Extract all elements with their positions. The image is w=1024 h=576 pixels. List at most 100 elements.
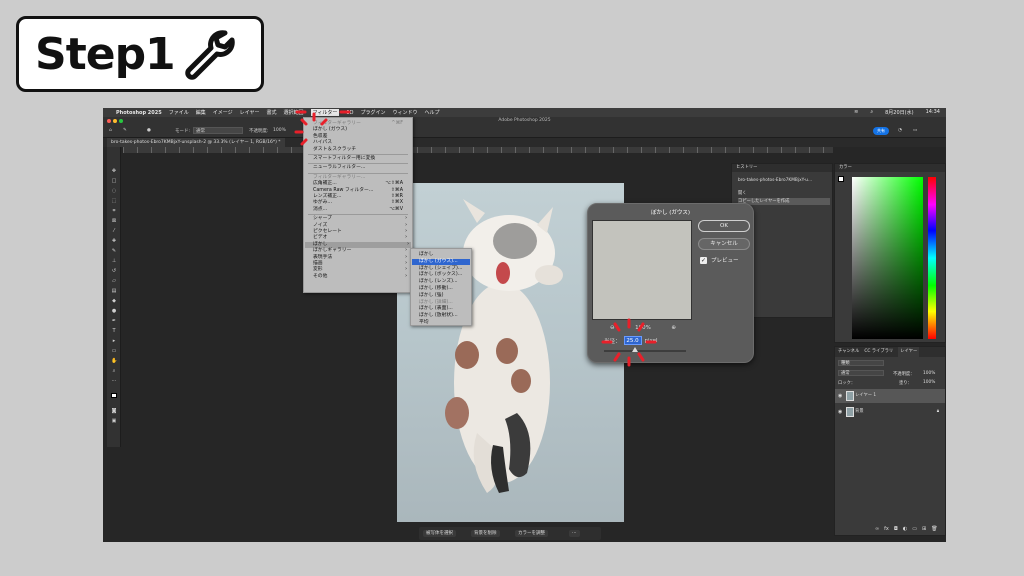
app-name[interactable]: Photoshop 2025 (116, 110, 162, 116)
filter-menu-item[interactable]: 描画 › (313, 261, 409, 267)
tab-channels[interactable]: チャンネル (838, 347, 859, 357)
path-select-icon[interactable]: ▸ (111, 339, 117, 344)
stamp-tool-icon[interactable]: ⊥ (111, 259, 117, 264)
dodge-tool-icon[interactable]: ● (111, 309, 117, 314)
select-subject-button[interactable]: 被写体を選択 (423, 530, 456, 537)
color-picker-field[interactable] (852, 177, 923, 339)
brush-tool-icon[interactable]: ✎ (123, 128, 127, 133)
panel-icon[interactable]: ▭ (913, 128, 917, 133)
home-icon[interactable]: ⌂ (109, 128, 112, 133)
brush-size-icon[interactable]: ● (147, 128, 151, 133)
layer-opacity-value[interactable]: 100% (923, 371, 935, 376)
tab-cc-libraries[interactable]: CC ライブラリ (864, 347, 893, 357)
zoom-out-icon[interactable]: ⊖ (610, 325, 615, 331)
color-tab[interactable]: カラー (835, 164, 945, 172)
blur-submenu-item[interactable]: 平均 (419, 320, 468, 326)
menu-edit[interactable]: 編集 (196, 109, 206, 116)
history-item-duplicate-layer[interactable]: コピーしたレイヤーを作成 (738, 198, 830, 205)
history-tab[interactable]: ヒストリー (732, 164, 832, 172)
more-options-icon[interactable]: ⋯ (569, 530, 580, 537)
history-snapshot[interactable]: bro-takes-photos-Ebro7KMBjxY-u... (738, 176, 830, 186)
layer-row[interactable]: ◉ レイヤー 1 (835, 389, 945, 403)
menu-file[interactable]: ファイル (169, 109, 189, 116)
dialog-preview-area[interactable] (592, 220, 692, 320)
history-brush-icon[interactable]: ↺ (111, 269, 117, 274)
gradient-tool-icon[interactable]: ▤ (111, 289, 117, 294)
move-tool-icon[interactable]: ✥ (111, 169, 117, 174)
filter-menu-item[interactable]: 消点... ⌥⌘V (313, 207, 409, 213)
menu-layer[interactable]: レイヤー (240, 109, 260, 116)
wifi-icon[interactable]: ≋ (854, 109, 858, 116)
menu-plugins[interactable]: プラグイン (360, 109, 385, 116)
filter-menu-item[interactable]: ハイパス (313, 140, 409, 146)
filter-menu-item[interactable]: ぼかしギャラリー › (313, 248, 409, 254)
blend-mode-select[interactable]: 通常 (838, 370, 884, 376)
menu-select[interactable]: 選択範囲 (284, 109, 304, 116)
filter-menu-item[interactable]: ゆがみ... ⇧⌘X (313, 200, 409, 206)
visibility-eye-icon[interactable]: ◉ (838, 389, 842, 403)
menu-3d[interactable]: 3D (346, 110, 353, 116)
select-tool-icon[interactable]: ⬚ (111, 199, 117, 204)
ok-button[interactable]: OK (698, 220, 750, 232)
blur-submenu-item[interactable]: ぼかし (移動)... (419, 286, 468, 292)
mode-select[interactable]: 通常 (193, 127, 243, 134)
blur-submenu-item[interactable]: ぼかし (レンズ)... (419, 279, 468, 285)
pen-tool-icon[interactable]: ✒ (111, 319, 117, 324)
trash-icon[interactable]: 🗑︎ (931, 526, 937, 532)
new-layer-icon[interactable]: ⊞ (922, 526, 926, 532)
blur-submenu-item[interactable]: ぼかし (シェイプ)... (419, 266, 468, 272)
brush-tool-panel-icon[interactable]: ✎ (111, 249, 117, 254)
mask-icon[interactable]: ◘ (894, 526, 898, 532)
healing-tool-icon[interactable]: ✚ (111, 239, 117, 244)
frame-tool-icon[interactable]: ⊠ (111, 219, 117, 224)
blur-submenu-item[interactable]: ぼかし (表面)... (419, 306, 468, 312)
document-tab[interactable]: bro-takes-photos-Ebro7KMBjxY-unsplash-2 … (107, 138, 285, 147)
shape-tool-icon[interactable]: ▭ (111, 349, 117, 354)
preview-checkbox[interactable]: ✓ (700, 256, 707, 264)
radius-slider[interactable] (604, 347, 686, 352)
more-tools-icon[interactable]: ⋯ (111, 379, 117, 384)
cancel-button[interactable]: キャンセル (698, 238, 750, 250)
marquee-tool-icon[interactable]: □ (111, 179, 117, 184)
filter-menu-item[interactable]: ぼかし (ガウス) (313, 127, 409, 133)
filter-menu-item[interactable]: その他 › (313, 274, 409, 280)
adjust-color-button[interactable]: カラーを調整 (515, 530, 548, 537)
blur-submenu-item[interactable]: ぼかし (ボックス)... (419, 272, 468, 278)
filter-menu-item[interactable]: スマートフィルター用に変換 (313, 156, 409, 162)
filter-menu-item[interactable]: シャープ › (313, 216, 409, 222)
foreground-color-swatch[interactable] (111, 393, 117, 398)
quick-mask-icon[interactable]: ◙ (111, 409, 117, 414)
filter-menu-item[interactable]: ニューラルフィルター... (313, 165, 409, 171)
search-icon[interactable]: ⌕ (870, 109, 873, 116)
blur-submenu-item[interactable]: ぼかし (放射状)... (419, 313, 468, 319)
share-button[interactable]: 共有 (873, 127, 889, 135)
foreground-swatch[interactable] (838, 176, 844, 182)
filter-menu-item[interactable]: ビデオ › (313, 235, 409, 241)
tab-layers[interactable]: レイヤー (898, 347, 920, 357)
close-window-icon[interactable] (107, 119, 111, 123)
blur-submenu-item[interactable]: ぼかし (強) (419, 293, 468, 299)
filter-menu-item[interactable]: ぼかし › (305, 241, 411, 248)
menu-help[interactable]: ヘルプ (425, 109, 440, 116)
filter-menu-item[interactable]: ピクセレート › (313, 229, 409, 235)
adjustment-icon[interactable]: ◐ (903, 526, 907, 532)
type-tool-icon[interactable]: T (111, 329, 117, 334)
menu-image[interactable]: イメージ (213, 109, 233, 116)
filter-menu-item[interactable]: 色収差 (313, 134, 409, 140)
hue-slider[interactable] (928, 177, 936, 339)
filter-menu-item[interactable]: ダスト＆スクラッチ (313, 147, 409, 153)
radius-input[interactable]: 25.0 (623, 336, 642, 345)
filter-menu-item[interactable]: ノイズ › (313, 223, 409, 229)
crop-tool-icon[interactable]: ⌗ (111, 209, 117, 214)
opacity-value[interactable]: 100% (273, 128, 286, 133)
zoom-window-icon[interactable] (119, 119, 123, 123)
hand-tool-icon[interactable]: ✋ (111, 359, 117, 364)
menu-window[interactable]: ウィンドウ (392, 109, 417, 116)
layer-filter-select[interactable]: 種類 (838, 360, 884, 366)
visibility-eye-icon[interactable]: ◉ (838, 405, 842, 419)
lasso-tool-icon[interactable]: ◌ (111, 189, 117, 194)
filter-menu-item[interactable]: Camera Raw フィルター... ⇧⌘A (313, 188, 409, 194)
zoom-tool-icon[interactable]: ⌕ (111, 369, 117, 374)
remove-background-button[interactable]: 背景を削除 (471, 530, 500, 537)
fx-icon[interactable]: fx (884, 526, 889, 532)
